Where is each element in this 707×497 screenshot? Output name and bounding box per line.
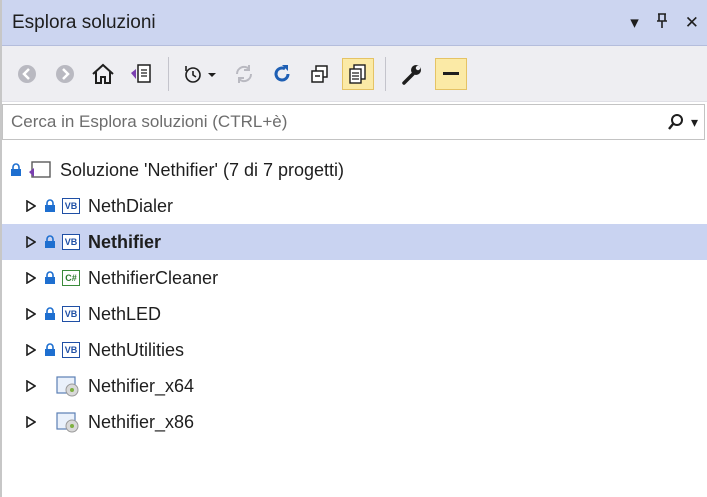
preview-selected-items-button[interactable] [435,57,467,90]
tree-item-label: Nethifier_x64 [88,375,195,396]
tree-expander[interactable] [24,380,38,392]
tree-project-item[interactable]: VB NethLED [2,296,707,332]
search-options-dropdown-icon[interactable]: ▾ [691,114,698,131]
tree-item-label: NethLED [88,303,162,324]
back-icon [18,64,36,83]
toolbar-separator [168,56,169,91]
show-all-files-icon [349,63,366,84]
expand-arrow-icon[interactable] [26,272,36,284]
tree-expander[interactable] [24,200,38,212]
lock-icon [45,235,55,248]
pending-changes-filter-button[interactable] [181,59,221,89]
tree-project-item[interactable]: C# NethifierCleaner [2,260,707,296]
tree-item-label: NethDialer [88,195,174,216]
solution-view-button[interactable] [126,59,156,89]
tree-project-item[interactable]: VB Nethifier [2,224,707,260]
expand-arrow-icon[interactable] [26,344,36,356]
forward-button[interactable] [50,59,80,89]
toolbar-separator [385,56,386,91]
setup-project-icon [56,376,79,397]
tree-expander[interactable] [24,308,38,320]
solution-view-icon [131,63,151,83]
back-button[interactable] [12,59,42,89]
search-input[interactable]: Cerca in Esplora soluzioni (CTRL+è) [11,112,287,132]
search-box[interactable]: Cerca in Esplora soluzioni (CTRL+è) ▾ [2,104,705,140]
tree-solution-node[interactable]: Soluzione 'Nethifier' (7 di 7 progetti) [2,152,707,188]
tree-item-label: NethifierCleaner [88,267,219,288]
lock-icon [45,343,55,356]
lock-icon [45,271,55,284]
collapse-all-icon [311,64,328,83]
vb-project-icon: VB [62,198,80,214]
pending-changes-icon [185,65,216,83]
tree-project-item[interactable]: VB NethDialer [2,188,707,224]
title-bar: Esplora soluzioni ▾ ✕ [2,0,707,46]
sync-with-active-document-button[interactable] [229,59,259,89]
lock-icon [11,163,21,176]
tree-project-item[interactable]: Nethifier_x64 [2,368,707,404]
refresh-icon [274,64,290,81]
solution-tree: Soluzione 'Nethifier' (7 di 7 progetti) … [2,140,707,440]
expand-arrow-icon[interactable] [26,416,36,428]
setup-project-icon [56,412,79,433]
forward-icon [56,64,74,83]
refresh-button[interactable] [267,59,297,89]
preview-icon [443,71,459,75]
tree-item-label: NethUtilities [88,339,185,360]
expand-arrow-icon[interactable] [26,236,36,248]
toolbar [2,46,707,102]
panel-title: Esplora soluzioni [12,11,156,33]
window-position-dropdown-button[interactable]: ▾ [630,14,639,31]
expand-arrow-icon[interactable] [26,200,36,212]
wrench-icon [402,64,421,85]
csharp-project-icon: C# [62,270,80,286]
sync-icon [235,64,253,83]
close-button[interactable]: ✕ [685,14,699,31]
pin-button[interactable] [655,13,669,32]
expand-arrow-icon[interactable] [26,380,36,392]
tree-expander[interactable] [24,236,38,248]
vb-project-icon: VB [62,342,80,358]
tree-item-label: Nethifier_x86 [88,411,195,432]
pin-icon [656,13,667,28]
vb-project-icon: VB [62,234,80,250]
tree-item-label: Nethifier [88,231,162,252]
expand-arrow-icon[interactable] [26,308,36,320]
show-all-files-button[interactable] [342,57,374,90]
tree-expander[interactable] [24,344,38,356]
lock-icon [45,307,55,320]
solution-icon [29,161,51,178]
vb-project-icon: VB [62,306,80,322]
solution-label: Soluzione 'Nethifier' (7 di 7 progetti) [60,159,345,180]
solution-explorer-panel: Esplora soluzioni ▾ ✕ Cerca in Esplora s… [0,0,707,497]
tree-expander[interactable] [24,416,38,428]
home-icon [92,63,114,84]
search-icon[interactable] [667,113,685,131]
collapse-all-button[interactable] [305,59,335,89]
tree-expander[interactable] [24,272,38,284]
tree-project-item[interactable]: Nethifier_x86 [2,404,707,440]
lock-icon [45,199,55,212]
properties-button[interactable] [398,59,428,89]
home-button[interactable] [88,59,118,89]
tree-project-item[interactable]: VB NethUtilities [2,332,707,368]
